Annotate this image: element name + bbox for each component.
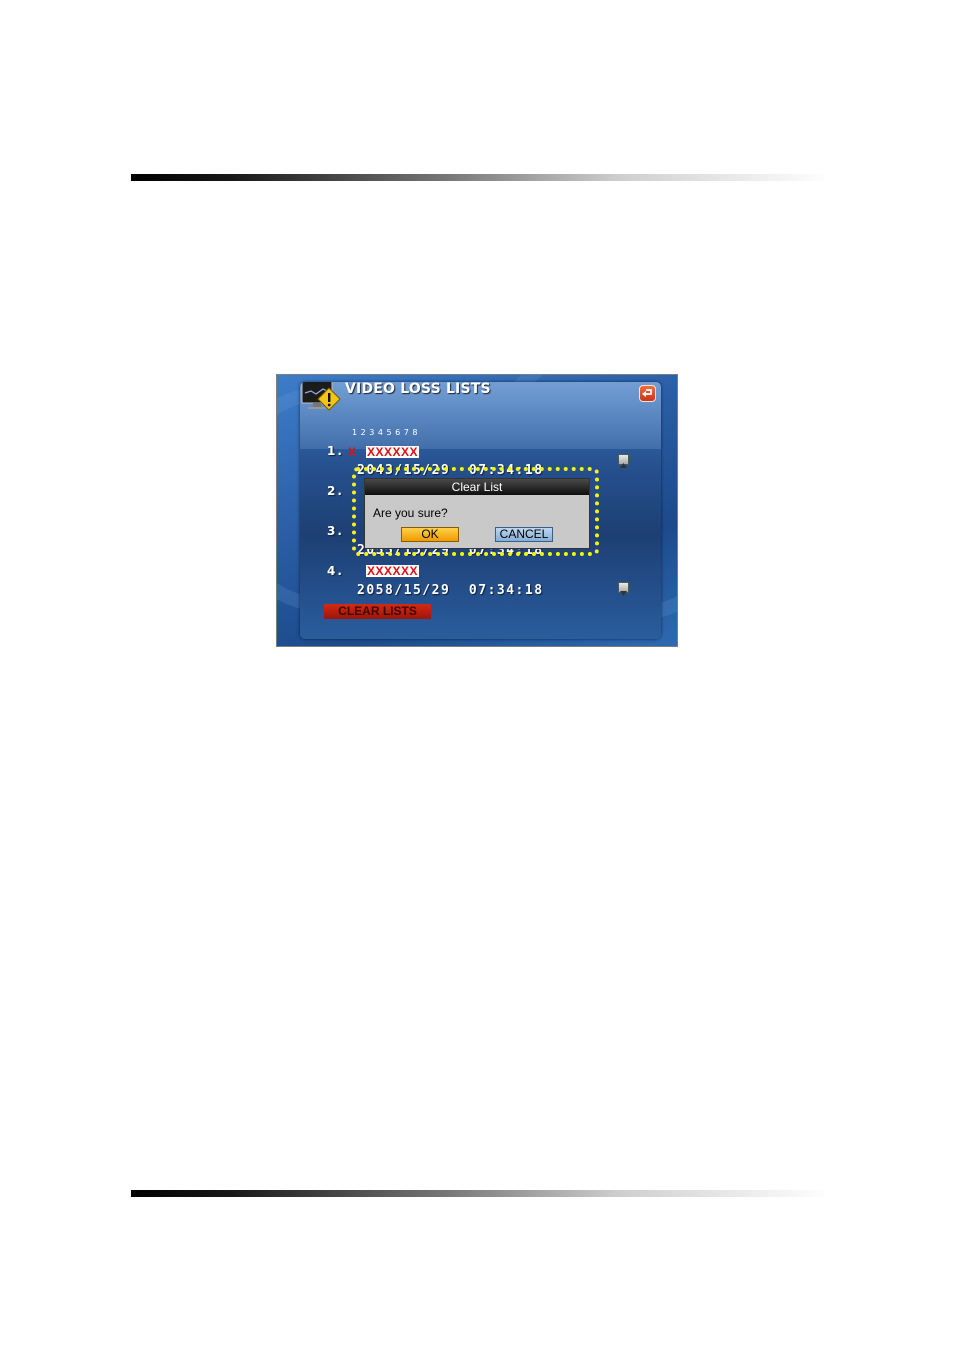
channel-loss-marker: X	[348, 445, 357, 459]
scroll-down-button[interactable]	[618, 582, 629, 596]
entry-timestamp: 2058/15/29 07:34:18	[357, 583, 544, 598]
entry-index: 2.	[327, 484, 344, 498]
warning-monitor-icon	[301, 382, 341, 411]
dialog-title: Clear List	[365, 479, 589, 495]
clear-lists-button[interactable]: CLEAR LISTS	[324, 604, 431, 619]
clear-list-dialog: Clear List Are you sure? OK CANCEL	[364, 478, 590, 549]
scroll-up-icon	[620, 463, 627, 468]
video-loss-panel: VIDEO LOSS LISTS 1 2 3 4 5 6 7 8 1. X XX…	[300, 382, 661, 639]
entry-index: 4.	[327, 564, 344, 578]
dialog-message: Are you sure?	[373, 506, 448, 520]
return-button[interactable]	[639, 385, 656, 402]
return-arrow-icon	[642, 389, 652, 397]
entry-placeholder: XXXXXX	[366, 445, 420, 459]
cancel-button[interactable]: CANCEL	[495, 527, 553, 542]
scroll-up-button[interactable]	[618, 454, 629, 468]
entry-placeholder: XXXXXX	[366, 564, 420, 578]
top-divider-rule	[131, 174, 831, 181]
entry-index: 3.	[327, 524, 344, 538]
bottom-divider-rule	[131, 1190, 831, 1197]
page-title: VIDEO LOSS LISTS	[345, 382, 491, 397]
scroll-down-icon	[620, 591, 627, 596]
channel-number-header: 1 2 3 4 5 6 7 8	[352, 428, 418, 437]
entry-index: 1.	[327, 444, 344, 458]
dvr-screenshot: VIDEO LOSS LISTS 1 2 3 4 5 6 7 8 1. X XX…	[276, 374, 678, 647]
ok-button[interactable]: OK	[401, 527, 459, 542]
